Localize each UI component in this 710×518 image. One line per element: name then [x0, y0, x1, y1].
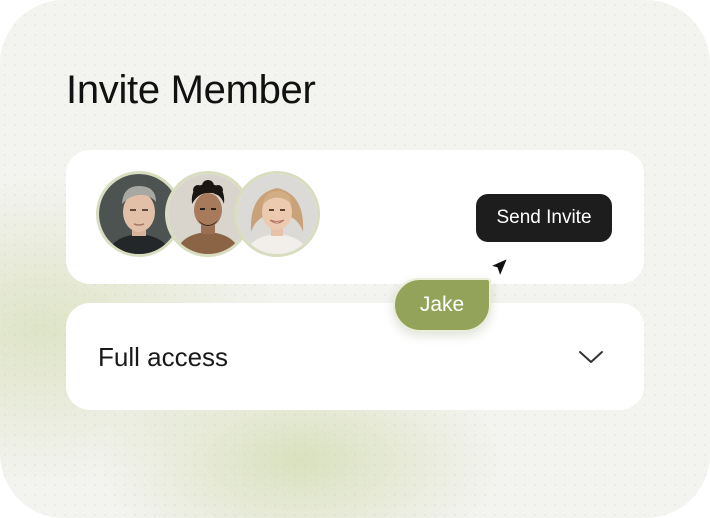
- members-panel: Send Invite: [66, 150, 644, 284]
- cursor-pointer-icon: [489, 257, 509, 278]
- invite-member-card: Invite Member Send Invite Full access Ja…: [0, 0, 710, 518]
- access-selected-value: Full access: [98, 342, 229, 372]
- send-invite-button[interactable]: Send Invite: [476, 194, 612, 242]
- chevron-down-icon[interactable]: [578, 344, 604, 370]
- avatar[interactable]: [234, 171, 320, 257]
- collaborator-name-tag: Jake: [393, 278, 491, 332]
- person-blonde-hair-icon: [237, 174, 317, 254]
- page-title: Invite Member: [66, 68, 316, 112]
- access-dropdown[interactable]: Full access: [66, 303, 644, 410]
